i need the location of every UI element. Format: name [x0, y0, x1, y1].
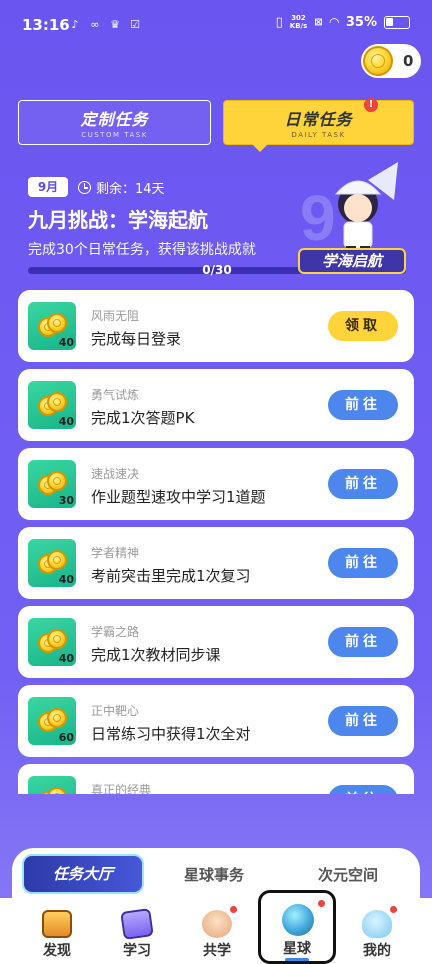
svg-text:9: 9 — [300, 182, 336, 254]
coin-icon — [47, 787, 67, 794]
task-name: 完成每日登录 — [91, 330, 182, 348]
subnav-planet-affairs[interactable]: 星球事务 — [184, 864, 244, 885]
go-button[interactable]: 前往 — [328, 390, 398, 420]
claim-button[interactable]: 领取 — [328, 311, 398, 341]
task-card: 40 学霸之路完成1次教材同步课 前往 — [18, 606, 414, 678]
challenge-title: 九月挑战：学海起航 — [28, 208, 208, 232]
status-bar: 13:16 ♪ ∞ ♛ ☑ ▯ 302 KB/s ⊠ ◠ 35% — [0, 0, 432, 50]
blob-avatar-icon — [362, 910, 392, 938]
go-button[interactable]: 前往 — [328, 469, 398, 499]
task-card: 60 正中靶心日常练习中获得1次全对 前往 — [18, 685, 414, 757]
subnav-dimension-space[interactable]: 次元空间 — [318, 864, 378, 885]
battery-icon — [384, 15, 410, 29]
remaining-time: 剩余：14天 — [78, 178, 165, 197]
task-category: 真正的经典 — [91, 783, 152, 794]
coin-reward-icon: 40 — [28, 302, 76, 350]
nav-study[interactable]: 学习 — [94, 898, 180, 964]
treasure-chest-icon — [42, 910, 72, 938]
go-button[interactable]: 前往 — [328, 548, 398, 578]
notification-dot — [390, 906, 397, 913]
coin-icon — [47, 629, 67, 649]
coin-reward-icon: 40 — [28, 381, 76, 429]
task-name: 作业题型速攻中学习1道题 — [91, 488, 266, 506]
coin-reward-icon: 60 — [28, 697, 76, 745]
coin-reward-icon: 40 — [28, 618, 76, 666]
task-category: 风雨无阻 — [91, 309, 140, 323]
coin-balance[interactable]: 0 — [361, 44, 421, 78]
task-card: 40 风雨无阻完成每日登录 领取 — [18, 290, 414, 362]
planet-nav-highlight — [258, 890, 336, 964]
book-icon — [120, 908, 154, 940]
coin-icon — [47, 392, 67, 412]
nav-mine[interactable]: 我的 — [334, 898, 420, 964]
task-card: 真正的经典 前往 — [18, 764, 414, 794]
notification-dot — [230, 906, 237, 913]
reward-amount: 30 — [58, 494, 74, 507]
reward-amount: 40 — [58, 336, 74, 349]
task-category: 勇气试炼 — [91, 388, 140, 402]
task-category: 学霸之路 — [91, 625, 140, 639]
task-card: 40 勇气试炼完成1次答题PK 前往 — [18, 369, 414, 441]
coin-icon — [47, 708, 67, 728]
study-buddy-icon — [202, 910, 232, 938]
reward-amount: 60 — [58, 731, 74, 744]
challenge-description: 完成30个日常任务，获得该挑战成就 — [28, 242, 256, 258]
nav-co-study[interactable]: 共学 — [174, 898, 260, 964]
coin-reward-icon: 40 — [28, 539, 76, 587]
status-time: 13:16 — [22, 16, 70, 34]
task-name: 日常练习中获得1次全对 — [91, 725, 251, 743]
mascot-banner: 学海启航 — [298, 248, 406, 274]
go-button[interactable]: 前往 — [328, 706, 398, 736]
task-name: 考前突击里完成1次复习 — [91, 567, 251, 585]
coin-icon — [363, 46, 393, 76]
task-list[interactable]: 40 风雨无阻完成每日登录 领取 40 勇气试炼完成1次答题PK 前往 30 速战速决作业题型… — [18, 290, 414, 794]
link-icon: ∞ — [90, 17, 100, 31]
vibrate-icon: ▯ — [275, 14, 283, 30]
nav-discover[interactable]: 发现 — [14, 898, 100, 964]
month-badge: 9月 — [28, 177, 68, 197]
status-notification-icons: ♪ ∞ ♛ ☑ — [68, 17, 142, 31]
coin-icon — [47, 313, 67, 333]
crown-icon: ♛ — [110, 17, 120, 31]
checkbox-icon: ☑ — [130, 17, 140, 31]
status-right: ▯ 302 KB/s ⊠ ◠ 35% — [276, 14, 410, 30]
task-name: 完成1次答题PK — [91, 409, 195, 427]
coin-reward-icon: 30 — [28, 460, 76, 508]
alert-badge: ! — [364, 98, 378, 112]
tiktok-icon: ♪ — [71, 17, 79, 31]
subnav-task-hall[interactable]: 任务大厅 — [22, 854, 144, 894]
task-category: 学者精神 — [91, 546, 140, 560]
task-category: 正中靶心 — [91, 704, 140, 718]
task-category: 速战速决 — [91, 467, 140, 481]
battery-text: 35% — [345, 14, 377, 30]
bottom-navigation: 发现 学习 共学 星球 我的 — [0, 898, 432, 964]
go-button[interactable]: 前往 — [328, 785, 398, 794]
tab-custom-task[interactable]: 定制任务 CUSTOM TASK — [18, 100, 211, 145]
coin-count: 0 — [403, 52, 414, 70]
sim-icon: ⊠ — [314, 16, 323, 28]
go-button[interactable]: 前往 — [328, 627, 398, 657]
clock-icon — [78, 181, 91, 194]
task-name: 完成1次教材同步课 — [91, 646, 221, 664]
reward-amount: 40 — [58, 573, 74, 586]
task-card: 30 速战速决作业题型速攻中学习1道题 前往 — [18, 448, 414, 520]
reward-amount: 40 — [58, 652, 74, 665]
coin-reward-icon — [28, 776, 76, 794]
coin-icon — [47, 550, 67, 570]
tab-daily-task[interactable]: 日常任务 DAILY TASK — [223, 100, 414, 152]
reward-amount: 40 — [58, 415, 74, 428]
net-speed: 302 KB/s — [289, 14, 308, 30]
task-card: 40 学者精神考前突击里完成1次复习 前往 — [18, 527, 414, 599]
coin-icon — [47, 471, 67, 491]
wifi-icon: ◠ — [329, 15, 339, 29]
